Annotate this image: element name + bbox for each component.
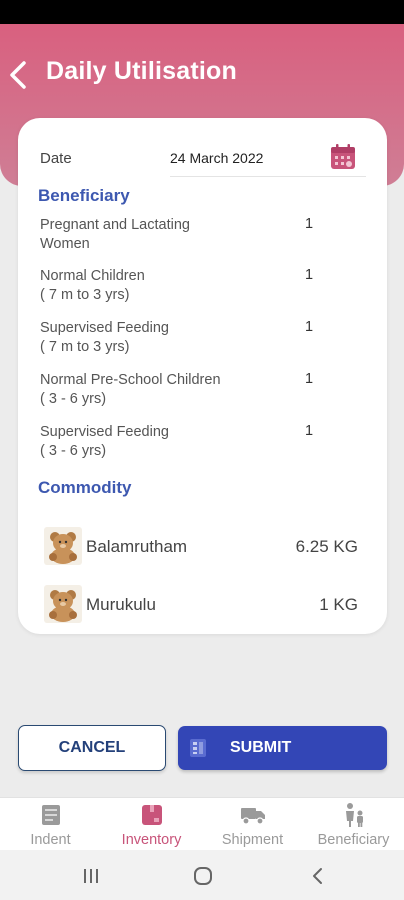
nav-label: Inventory	[121, 832, 182, 848]
beneficiary-row: Supervised Feeding( 7 m to 3 yrs) 1	[40, 319, 370, 357]
family-icon	[341, 803, 367, 827]
inventory-icon	[139, 803, 165, 827]
recent-apps-button[interactable]	[79, 864, 103, 888]
home-button[interactable]	[191, 864, 215, 888]
truck-icon	[240, 803, 266, 827]
beneficiary-label: Supervised Feeding( 7 m to 3 yrs)	[40, 320, 169, 355]
bottom-navigation: Indent Inventory Shipment Beneficiary	[0, 797, 404, 850]
commodity-section-title: Commodity	[38, 478, 132, 497]
teddy-bear-icon	[44, 585, 82, 623]
commodity-item: Balamrutham 6.25 KG	[44, 523, 364, 569]
beneficiary-row: Normal Children( 7 m to 3 yrs) 1	[40, 267, 370, 305]
back-nav-button[interactable]	[306, 864, 330, 888]
date-label: Date	[40, 150, 72, 167]
beneficiary-count: 1	[305, 267, 314, 283]
cancel-button[interactable]: CANCEL	[18, 725, 166, 771]
utilisation-card: Date 24 March 2022 Beneficiary Pregnant …	[18, 118, 387, 634]
commodity-name: Murukulu	[86, 595, 156, 614]
commodity-name: Balamrutham	[86, 537, 188, 556]
beneficiary-count: 1	[305, 371, 314, 387]
status-bar	[0, 0, 404, 24]
nav-item-inventory[interactable]: Inventory	[101, 798, 202, 851]
home-icon	[194, 867, 212, 885]
beneficiary-count: 1	[305, 423, 314, 439]
beneficiary-count: 1	[305, 216, 314, 232]
commodity-quantity: 6.25 KG	[295, 537, 358, 556]
beneficiary-label: Normal Children( 7 m to 3 yrs)	[40, 268, 145, 303]
beneficiary-label: Normal Pre-School Children( 3 - 6 yrs)	[40, 372, 221, 407]
date-field[interactable]: 24 March 2022	[170, 150, 263, 166]
chevron-left-icon	[10, 61, 26, 89]
submit-label: SUBMIT	[230, 739, 292, 756]
submit-button[interactable]: SUBMIT	[178, 726, 387, 770]
date-underline	[170, 176, 366, 177]
beneficiary-label: Pregnant and Lactating Women	[40, 217, 190, 252]
beneficiary-count: 1	[305, 319, 314, 335]
nav-item-indent[interactable]: Indent	[0, 798, 101, 851]
beneficiary-row: Normal Pre-School Children( 3 - 6 yrs) 1	[40, 371, 370, 409]
beneficiary-label: Supervised Feeding( 3 - 6 yrs)	[40, 424, 169, 459]
commodity-quantity: 1 KG	[319, 595, 358, 614]
nav-item-shipment[interactable]: Shipment	[202, 798, 303, 851]
nav-label: Shipment	[221, 832, 284, 848]
system-navigation-bar	[0, 850, 404, 900]
calendar-icon[interactable]	[329, 143, 357, 171]
back-button[interactable]	[4, 58, 32, 92]
back-arrow-icon	[313, 868, 322, 884]
commodity-item: Murukulu 1 KG	[44, 581, 364, 627]
nav-item-beneficiary[interactable]: Beneficiary	[303, 798, 404, 851]
beneficiary-section-title: Beneficiary	[38, 186, 130, 205]
nav-label: Beneficiary	[317, 832, 390, 848]
submit-icon	[190, 739, 206, 757]
recent-apps-icon	[84, 869, 98, 883]
beneficiary-row: Supervised Feeding( 3 - 6 yrs) 1	[40, 423, 370, 461]
nav-label: Indent	[30, 832, 71, 848]
beneficiary-row: Pregnant and Lactating Women 1	[40, 216, 370, 254]
indent-icon	[38, 803, 64, 827]
teddy-bear-icon	[44, 527, 82, 565]
page-title: Daily Utilisation	[46, 57, 237, 85]
